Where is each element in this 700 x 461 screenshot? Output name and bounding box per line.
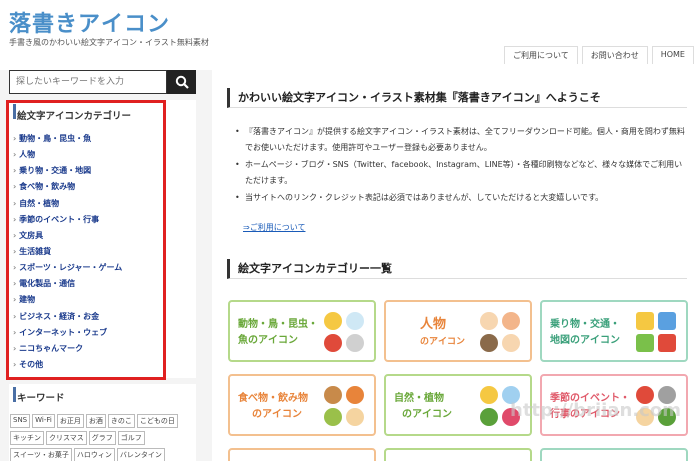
sidebar-item-goods[interactable]: 生活雑貨 [13,244,122,260]
card-title: 動物・鳥・昆虫・ 魚のアイコン [238,319,318,346]
sidebar-item-people[interactable]: 人物 [13,147,122,163]
tag[interactable]: SNS [10,414,31,428]
sidebar-item-events[interactable]: 季節のイベント・行事 [13,212,122,228]
keyword-title: キーワード [17,393,65,404]
list-item: 『落書きアイコン』が提供する絵文字アイコン・イラスト素材は、全てフリーダウンロー… [235,124,690,155]
site-logo[interactable]: 落書きアイコン [9,6,170,38]
sidebar-item-food[interactable]: 食べ物・飲み物 [13,179,122,195]
category-card-sports[interactable] [540,448,688,461]
tag[interactable]: ゴルフ [117,431,145,445]
sidebar-item-electronics[interactable]: 電化製品・通信 [13,276,122,292]
usage-link[interactable]: ⇒ご利用について [243,222,305,233]
section-marker [13,387,16,402]
nav-home[interactable]: HOME [651,46,694,64]
sidebar-item-vehicles[interactable]: 乗り物・交通・地図 [13,163,122,179]
sidebar-item-other[interactable]: その他 [13,357,122,373]
tag[interactable]: キッチン [10,431,44,445]
intro-list: 『落書きアイコン』が提供する絵文字アイコン・イラスト素材は、全てフリーダウンロー… [235,124,690,208]
card-title: 乗り物・交通・ 地図のアイコン [550,319,620,346]
tag[interactable]: こどもの日 [136,414,178,428]
nav-usage[interactable]: ご利用について [503,46,578,64]
sidebar-item-buildings[interactable]: 建物 [13,292,122,308]
site-tagline: 手書き風のかわいい絵文字アイコン・イラスト無料素材 [9,38,209,47]
search-input[interactable] [9,70,167,94]
search-bar [9,70,196,94]
category-card-food[interactable]: 食べ物・飲み物 のアイコン [228,374,376,436]
card-title: 食べ物・飲み物 のアイコン [238,393,308,420]
section-marker [13,104,16,119]
tag[interactable]: グラフ [88,431,116,445]
list-item: ホームページ・ブログ・SNS（Twitter、facebook、Instagra… [235,157,690,188]
list-item: 当サイトへのリンク・クレジット表記は必須ではありませんが、していただけると大変嬉… [235,190,690,206]
top-nav: ご利用について お問い合わせ HOME [500,46,694,64]
food-icons [322,384,368,428]
tag[interactable]: スイーツ・お菓子 [10,448,72,461]
sidebar-item-sports[interactable]: スポーツ・レジャー・ゲーム [13,260,122,276]
card-title: 自然・植物 のアイコン [394,393,452,420]
tag[interactable]: クリスマス [46,431,87,445]
category-card-animals[interactable]: 動物・鳥・昆虫・ 魚のアイコン [228,300,376,362]
people-icons [478,310,524,354]
sidebar-item-stationery[interactable]: 文房具 [13,228,122,244]
sidebar-item-animals[interactable]: 動物・鳥・昆虫・魚 [13,131,122,147]
card-title: 人物 のアイコン [420,317,466,347]
category-card-vehicles[interactable]: 乗り物・交通・ 地図のアイコン [540,300,688,362]
tag[interactable]: ハロウィン [73,448,115,461]
animal-icons [322,310,368,354]
tag[interactable]: Wi-Fi [32,414,55,428]
category-section-title: 絵文字アイコンカテゴリー一覧 [227,259,687,279]
tag[interactable]: きのこ [107,414,135,428]
site-header: 落書きアイコン 手書き風のかわいい絵文字アイコン・イラスト無料素材 ご利用につい… [0,0,700,70]
tag[interactable]: お酒 [85,414,106,428]
sidebar-item-internet[interactable]: インターネット・ウェブ [13,325,122,341]
search-button[interactable] [167,70,196,94]
category-card-stationery[interactable] [228,448,376,461]
category-list: 動物・鳥・昆虫・魚 人物 乗り物・交通・地図 食べ物・飲み物 自然・植物 季節の… [13,131,122,373]
category-card-people[interactable]: 人物 のアイコン [384,300,532,362]
page-title: かわいい絵文字アイコン・イラスト素材集『落書きアイコン』へようこそ [227,88,687,108]
tag[interactable]: お正月 [56,414,84,428]
category-card-goods[interactable] [384,448,532,461]
tag[interactable]: バレンタイン [116,448,165,461]
nav-contact[interactable]: お問い合わせ [581,46,648,64]
sidebar-item-nature[interactable]: 自然・植物 [13,196,122,212]
sidebar-category-title: 絵文字アイコンカテゴリー [17,111,132,122]
watermark: http://briian.com [510,400,681,421]
sidebar-item-smiley[interactable]: ニコちゃんマーク [13,341,122,357]
keyword-tags: SNS Wi-Fi お正月 お酒 きのこ こどもの日 キッチン クリスマス グラ… [10,414,196,461]
sidebar-item-business[interactable]: ビジネス・経済・お金 [13,309,122,325]
search-icon [175,75,189,89]
vehicle-icons [634,310,680,354]
